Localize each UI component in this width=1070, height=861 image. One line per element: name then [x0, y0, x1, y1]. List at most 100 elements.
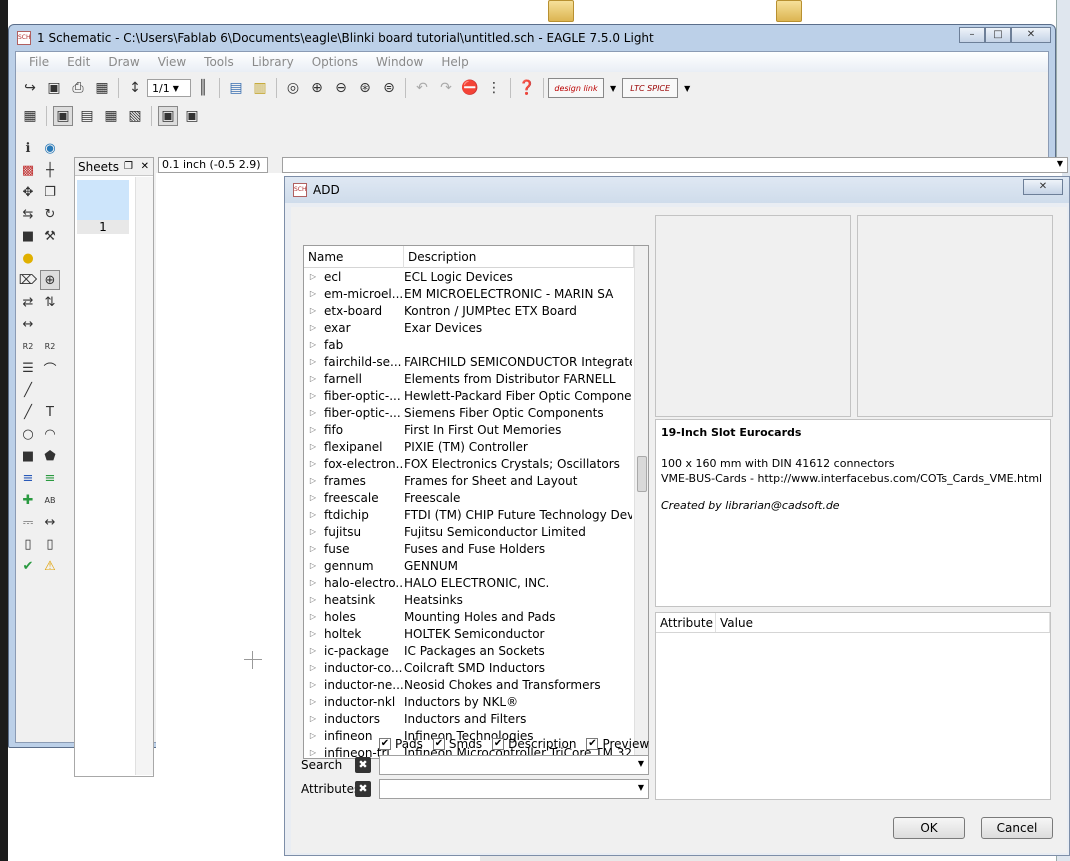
expand-arrow-icon[interactable]: ▷	[304, 748, 322, 757]
frame-icon[interactable]: ▯	[18, 534, 38, 554]
expand-arrow-icon[interactable]: ▷	[304, 425, 322, 434]
board-icon[interactable]: ▥	[250, 78, 270, 98]
expand-arrow-icon[interactable]: ▷	[304, 374, 322, 383]
mark-icon[interactable]: ┼	[40, 160, 60, 180]
group-icon[interactable]: ■	[18, 226, 38, 246]
dialog-close-button[interactable]: ✕	[1023, 179, 1063, 195]
library-row[interactable]: ▷ ftdichip FTDI (TM) CHIP Future Technolog…	[304, 506, 634, 523]
layout-split-icon[interactable]: ▤	[77, 106, 97, 126]
library-row[interactable]: ▷ fifo First In First Out Memories	[304, 421, 634, 438]
info-icon[interactable]: ℹ	[18, 138, 38, 158]
sheets-scrollbar[interactable]	[135, 177, 153, 775]
library-row[interactable]: ▷ farnell Elements from Distributor FARNEL…	[304, 370, 634, 387]
delete-icon[interactable]: ⌦	[18, 270, 38, 290]
expand-arrow-icon[interactable]: ▷	[304, 612, 322, 621]
panel-right-icon[interactable]: ▣	[182, 106, 202, 126]
expand-arrow-icon[interactable]: ▷	[304, 459, 322, 468]
pin-swap-icon[interactable]: ↔	[18, 314, 38, 334]
layout-single-icon[interactable]: ▣	[53, 106, 73, 126]
library-row[interactable]: ▷ fab	[304, 336, 634, 353]
erc-icon[interactable]: ✔	[18, 556, 38, 576]
rotate-icon[interactable]: ↻	[40, 204, 60, 224]
bus-icon[interactable]: ≡	[18, 468, 38, 488]
expand-arrow-icon[interactable]: ▷	[304, 493, 322, 502]
library-row[interactable]: ▷ fairchild-se... FAIRCHILD SEMICONDUCTOR …	[304, 353, 634, 370]
checkbox-check-icon[interactable]: ✔	[379, 738, 391, 750]
zoom-redraw-icon[interactable]: ⊛	[355, 78, 375, 98]
expand-arrow-icon[interactable]: ▷	[304, 714, 322, 723]
chevron-down-icon[interactable]: ▼	[638, 783, 644, 792]
close-button[interactable]: ✕	[1011, 27, 1051, 43]
library-row[interactable]: ▷ heatsink Heatsinks	[304, 591, 634, 608]
scrollbar-thumb[interactable]	[637, 456, 647, 492]
junction-icon[interactable]: ✚	[18, 490, 38, 510]
menu-draw[interactable]: Draw	[99, 55, 148, 69]
expand-arrow-icon[interactable]: ▷	[304, 357, 322, 366]
menu-view[interactable]: View	[149, 55, 195, 69]
expand-arrow-icon[interactable]: ▷	[304, 408, 322, 417]
move-icon[interactable]: ✥	[18, 182, 38, 202]
column-header-value[interactable]: Value	[716, 613, 1050, 632]
column-header-name[interactable]: Name	[304, 246, 404, 268]
show-icon[interactable]: ◉	[40, 138, 60, 158]
zoom-out-icon[interactable]: ⊖	[331, 78, 351, 98]
library-row[interactable]: ▷ inductor-ne... Neosid Chokes and Transfo…	[304, 676, 634, 693]
library-row[interactable]: ▷ freescale Freescale	[304, 489, 634, 506]
save-icon[interactable]: ▣	[44, 78, 64, 98]
sheet-select[interactable]: 1/1 ▼	[147, 79, 191, 97]
command-line[interactable]: ▼	[282, 157, 1068, 173]
open-icon[interactable]: ↪	[20, 78, 40, 98]
menu-help[interactable]: Help	[432, 55, 477, 69]
library-row[interactable]: ▷ flexipanel PIXIE (TM) Controller	[304, 438, 634, 455]
grid-icon[interactable]: ▦	[20, 106, 40, 126]
expand-arrow-icon[interactable]: ▷	[304, 289, 322, 298]
column-header-attribute[interactable]: Attribute	[656, 613, 716, 632]
pads-checkbox[interactable]: ✔ Pads	[379, 737, 423, 751]
library-row[interactable]: ▷ fiber-optic-... Siemens Fiber Optic Comp…	[304, 404, 634, 421]
expand-arrow-icon[interactable]: ▷	[304, 340, 322, 349]
arc-icon[interactable]: ◠	[40, 424, 60, 444]
library-row[interactable]: ▷ ecl ECL Logic Devices	[304, 268, 634, 285]
expand-arrow-icon[interactable]: ▷	[304, 561, 322, 570]
expand-arrow-icon[interactable]: ▷	[304, 595, 322, 604]
library-row[interactable]: ▷ holtek HOLTEK Semiconductor	[304, 625, 634, 642]
expand-arrow-icon[interactable]: ▷	[304, 391, 322, 400]
text-icon[interactable]: T	[40, 402, 60, 422]
library-row[interactable]: ▷ holes Mounting Holes and Pads	[304, 608, 634, 625]
library-row[interactable]: ▷ fiber-optic-... Hewlett-Packard Fiber Op…	[304, 387, 634, 404]
chevron-down-icon[interactable]: ▼	[638, 759, 644, 768]
library-row[interactable]: ▷ gennum GENNUM	[304, 557, 634, 574]
chevron-down-icon[interactable]: ▼	[1057, 159, 1063, 168]
cancel-button[interactable]: Cancel	[981, 817, 1053, 839]
expand-arrow-icon[interactable]: ▷	[304, 476, 322, 485]
ulp-icon[interactable]: ║	[193, 78, 213, 98]
expand-arrow-icon[interactable]: ▷	[304, 646, 322, 655]
checkbox-check-icon[interactable]: ✔	[492, 738, 505, 750]
sheet-thumbnail[interactable]	[77, 180, 129, 220]
errors-warning-icon[interactable]: ⚠	[40, 556, 60, 576]
menu-file[interactable]: File	[20, 55, 58, 69]
dimension-icon[interactable]: ↔	[40, 512, 60, 532]
expand-arrow-icon[interactable]: ▷	[304, 663, 322, 672]
expand-arrow-icon[interactable]: ▷	[304, 527, 322, 536]
print-icon[interactable]: ⎙	[68, 78, 88, 98]
desktop-folder-icon[interactable]	[776, 0, 802, 22]
menu-library[interactable]: Library	[243, 55, 303, 69]
maximize-button[interactable]: □	[985, 27, 1011, 43]
expand-arrow-icon[interactable]: ▷	[304, 544, 322, 553]
menu-window[interactable]: Window	[367, 55, 432, 69]
smds-checkbox[interactable]: ✔ Smds	[432, 737, 482, 751]
menu-tools[interactable]: Tools	[195, 55, 243, 69]
module-icon[interactable]: ▯	[40, 534, 60, 554]
zoom-select-icon[interactable]: ⊜	[379, 78, 399, 98]
chevron-down-icon[interactable]: ▼	[684, 84, 690, 93]
library-row[interactable]: ▷ fujitsu Fujitsu Semiconductor Limited	[304, 523, 634, 540]
expand-arrow-icon[interactable]: ▷	[304, 510, 322, 519]
layout-tile-icon[interactable]: ▧	[125, 106, 145, 126]
library-row[interactable]: ▷ halo-electro... HALO ELECTRONIC, INC.	[304, 574, 634, 591]
library-list-scrollbar[interactable]	[634, 246, 648, 758]
preview-checkbox[interactable]: ✔ Preview	[586, 737, 649, 751]
description-checkbox[interactable]: ✔ Description	[492, 737, 576, 751]
schematic-icon[interactable]: ▤	[226, 78, 246, 98]
undo-icon[interactable]: ↶	[412, 78, 432, 98]
